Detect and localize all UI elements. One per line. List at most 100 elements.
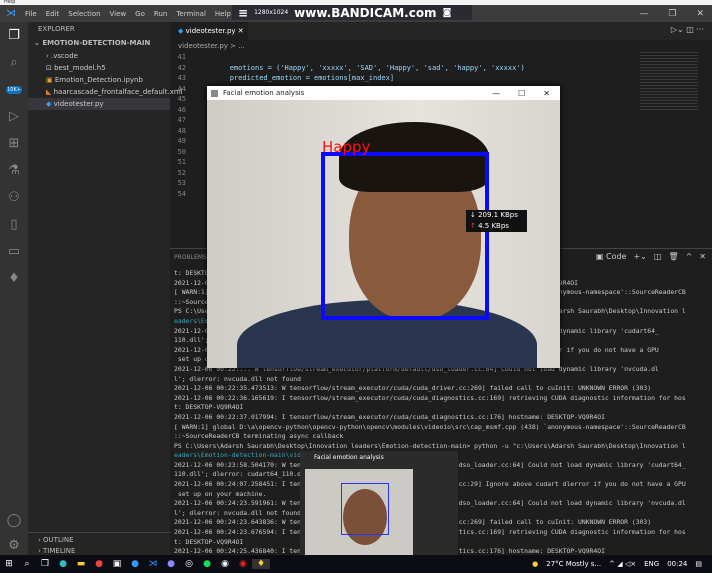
file-item[interactable]: ◆ videotester.py bbox=[28, 98, 170, 110]
menu-edit[interactable]: Edit bbox=[46, 10, 60, 18]
activity-bar: ❐ ⌕ 10K+ ▷ ⊞ ⚗ ⚇ ▯ ▭ ♦ ◯ ⚙ bbox=[0, 22, 28, 555]
file-name: videotester.py bbox=[53, 100, 104, 108]
notebook-icon[interactable]: ▯ bbox=[0, 211, 28, 238]
file-item[interactable]: › .vscode bbox=[28, 50, 170, 62]
file-name: best_model.h5 bbox=[54, 64, 106, 72]
explorer-sidebar: EXPLORER ⌄ EMOTION-DETECTION-MAIN › .vsc… bbox=[28, 22, 183, 555]
panel-icon[interactable]: ▭ bbox=[0, 238, 28, 265]
window-controls: — ❐ ✕ bbox=[639, 5, 704, 22]
bandicam-icon[interactable]: ◉ bbox=[234, 559, 252, 569]
line-number: 42 bbox=[177, 63, 186, 72]
menu-terminal[interactable]: Terminal bbox=[176, 10, 206, 18]
line-number: 44 bbox=[177, 84, 186, 93]
folder-header[interactable]: ⌄ EMOTION-DETECTION-MAIN bbox=[28, 36, 170, 50]
file-icon: ⊡ bbox=[46, 64, 52, 72]
explorer-icon[interactable]: ▬ bbox=[72, 559, 90, 569]
bandicam-overlay: ≡ 1280x1024 www.BANDICAM.com ◙ bbox=[232, 5, 472, 20]
popup-maximize-button[interactable]: ☐ bbox=[518, 89, 525, 98]
line-number: 46 bbox=[177, 105, 186, 114]
camera-icon[interactable]: ◙ bbox=[443, 8, 452, 18]
run-debug-icon[interactable]: ▷ bbox=[0, 103, 28, 130]
vscode-logo-icon: ⋊ bbox=[6, 8, 16, 19]
window-icon bbox=[211, 89, 218, 97]
terminal-shell-selector[interactable]: ▣ Code bbox=[596, 252, 627, 261]
notebook-icon: ▣ bbox=[46, 76, 53, 84]
emotion-window-titlebar[interactable]: Facial emotion analysis — ☐ ✕ bbox=[207, 86, 560, 100]
testing-icon[interactable]: ⚗ bbox=[0, 157, 28, 184]
network-speed-overlay: ↓ 209.1 KBps ↑ 4.5 KBps bbox=[466, 210, 527, 232]
system-tray: ● 27°C Mostly s... ^ ◢ ◁× ENG 00:24 ▤ bbox=[532, 555, 702, 573]
line-number: 54 bbox=[177, 189, 186, 198]
line-number: 53 bbox=[177, 179, 186, 187]
trash-icon[interactable]: 🗑 bbox=[668, 252, 678, 261]
new-terminal-icon[interactable]: +⌄ bbox=[633, 252, 646, 261]
source-control-icon[interactable]: 10K+ bbox=[0, 76, 28, 103]
telegram-icon[interactable]: ● bbox=[126, 559, 144, 569]
maximize-panel-icon[interactable]: ^ bbox=[686, 252, 693, 261]
tray-icons[interactable]: ^ ◢ ◁× bbox=[609, 560, 636, 568]
line-number: 47 bbox=[177, 116, 186, 124]
edge-icon[interactable]: ● bbox=[54, 559, 72, 569]
editor-tabs: ◆ videotester.py ✕ ▷⌄ ◫ ··· bbox=[170, 22, 712, 40]
remote-icon[interactable]: ⚇ bbox=[0, 184, 28, 211]
close-button[interactable]: ✕ bbox=[696, 9, 704, 19]
run-split-more-icon[interactable]: ▷⌄ ◫ ··· bbox=[671, 25, 704, 34]
close-panel-icon[interactable]: ✕ bbox=[699, 252, 706, 261]
file-item[interactable]: ▣ Emotion_Detection.ipynb bbox=[28, 74, 170, 86]
line-number: 51 bbox=[177, 158, 186, 166]
menu-view[interactable]: View bbox=[110, 10, 127, 18]
explorer-icon[interactable]: ❐ bbox=[0, 22, 28, 49]
popup-minimize-button[interactable]: — bbox=[492, 89, 500, 98]
start-icon[interactable]: ⊞ bbox=[0, 559, 18, 569]
tab-videotester[interactable]: ◆ videotester.py ✕ bbox=[170, 22, 248, 40]
account-icon[interactable]: ◯ bbox=[0, 507, 28, 534]
maximize-button[interactable]: ❐ bbox=[668, 9, 676, 19]
menu-selection[interactable]: Selection bbox=[68, 10, 100, 18]
python-icon[interactable]: ♦ bbox=[0, 265, 28, 292]
menu-icon: ≡ bbox=[238, 5, 249, 20]
task-view-icon[interactable]: ❐ bbox=[36, 559, 54, 569]
discord-icon[interactable]: ● bbox=[162, 559, 180, 569]
terminal-line: 2021-12-06 00:22:35.473513: W tensorflow… bbox=[174, 384, 652, 393]
emotion-label: Happy bbox=[322, 138, 371, 156]
code-line: 43 predicted_emotion = emotions[max_inde… bbox=[170, 73, 690, 84]
notification-icon[interactable]: ▤ bbox=[695, 560, 702, 568]
emotion-window: Facial emotion analysis — ☐ ✕ Happy ↓ 20… bbox=[207, 86, 560, 368]
code-line: 41 bbox=[170, 52, 690, 63]
preview-title: Facial emotion analysis bbox=[314, 454, 384, 461]
file-item[interactable]: ⊡ best_model.h5 bbox=[28, 62, 170, 74]
webcam-icon[interactable]: ◉ bbox=[216, 559, 234, 569]
problems-tab[interactable]: PROBLEMS bbox=[174, 254, 207, 261]
language[interactable]: ENG bbox=[644, 560, 659, 568]
file-name: .vscode bbox=[51, 52, 78, 60]
menu-go[interactable]: Go bbox=[135, 10, 145, 18]
windows-taskbar: ⊞ ⌕ ❐ ● ▬ ● ▣ ● ⋊ ● ◎ ● ◉ ◉ ♦ ● 27°C Mos… bbox=[0, 555, 712, 573]
taskbar-preview[interactable]: Facial emotion analysis bbox=[300, 451, 458, 555]
pc-icon[interactable]: ▣ bbox=[108, 559, 126, 569]
weather-text[interactable]: 27°C Mostly s... bbox=[546, 560, 601, 568]
obs-icon[interactable]: ◎ bbox=[180, 559, 198, 569]
search-icon[interactable]: ⌕ bbox=[18, 559, 36, 569]
terminal-line: 2021-12-06 00:22:36.165619: I tensorflow… bbox=[174, 393, 686, 402]
extensions-icon[interactable]: ⊞ bbox=[0, 130, 28, 157]
menu-help[interactable]: Help bbox=[215, 10, 231, 18]
search-icon[interactable]: ⌕ bbox=[0, 49, 28, 76]
line-text: emotions = ('Happy', 'xxxxx', 'SAD', 'Ha… bbox=[196, 63, 525, 72]
terminal-line: l'; dlerror: nvcuda.dll not found bbox=[174, 374, 301, 383]
file-item[interactable]: ◣ haarcascade_frontalface_default.xml bbox=[28, 86, 183, 98]
line-number: 52 bbox=[177, 168, 186, 177]
chrome-icon[interactable]: ● bbox=[90, 559, 108, 569]
menu-file[interactable]: File bbox=[25, 10, 37, 18]
spotify-icon[interactable]: ● bbox=[198, 559, 216, 569]
popup-close-button[interactable]: ✕ bbox=[543, 89, 550, 98]
xml-icon: ◣ bbox=[46, 88, 52, 96]
minimize-button[interactable]: — bbox=[639, 9, 648, 19]
minimap[interactable] bbox=[640, 52, 698, 112]
shell-label: Code bbox=[605, 252, 627, 261]
clock[interactable]: 00:24 bbox=[667, 560, 687, 568]
vscode-icon[interactable]: ⋊ bbox=[144, 559, 162, 569]
menu-run[interactable]: Run bbox=[154, 10, 167, 18]
python-icon[interactable]: ♦ bbox=[252, 559, 270, 569]
split-terminal-icon[interactable]: ◫ bbox=[654, 252, 662, 261]
weather-icon: ● bbox=[532, 560, 539, 568]
